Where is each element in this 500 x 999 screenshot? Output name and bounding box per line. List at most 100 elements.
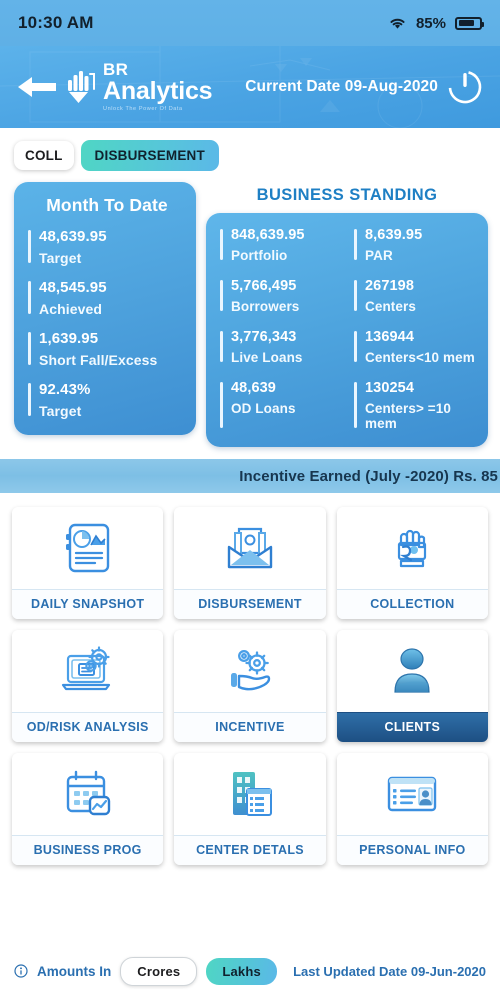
stat-value: 1,639.95 <box>39 330 99 347</box>
logo-line-2: Analytics <box>103 77 213 106</box>
stat-value: 8,639.95 <box>365 227 423 243</box>
stat-value: 92.43% <box>39 381 91 398</box>
stat-centers: 267198 Centers <box>354 278 478 314</box>
tab-coll[interactable]: COLL <box>14 140 74 170</box>
menu-tile-grid: DAILY SNAPSHOT DISBURSEMENT COLLECTION O… <box>0 493 500 865</box>
building-list-icon <box>174 753 325 835</box>
tile-label: DISBURSEMENT <box>174 589 326 619</box>
stat-label: Target <box>39 403 82 419</box>
stat-value: 848,639.95 <box>231 227 305 243</box>
logo-text: BR Analytics Unlock The Power Of Data <box>103 60 213 113</box>
tile-incentive[interactable]: INCENTIVE <box>174 630 326 742</box>
tile-label: OD/RISK ANALYSIS <box>12 712 164 742</box>
stat-borrowers: 5,766,495 Borrowers <box>220 278 344 314</box>
stat-mtd-target-percent: 92.43% Target <box>28 381 186 419</box>
stat-label: Centers> =10 mem <box>365 401 452 431</box>
stat-value: 3,776,343 <box>231 329 297 345</box>
segment-tabs: COLL DISBURSEMENT <box>0 138 500 172</box>
app-header: BR Analytics Unlock The Power Of Data Cu… <box>0 46 500 128</box>
stat-od-loans: 48,639 OD Loans <box>220 380 344 431</box>
stat-value: 48,639 <box>231 380 276 396</box>
business-standing-grid: 848,639.95 Portfolio 8,639.95 PAR 5,766,… <box>220 227 478 431</box>
bottom-bar: Amounts In Crores Lakhs Last Updated Dat… <box>0 943 500 999</box>
logo-tagline: Unlock The Power Of Data <box>103 106 183 113</box>
tile-clients[interactable]: CLIENTS <box>336 630 488 742</box>
id-card-icon <box>337 753 488 835</box>
incentive-earned-label: Incentive Earned (July -2020) Rs. 85 <box>239 467 498 485</box>
tab-disbursement[interactable]: DISBURSEMENT <box>80 139 219 171</box>
business-standing-card: 848,639.95 Portfolio 8,639.95 PAR 5,766,… <box>206 213 488 447</box>
tile-disbursement[interactable]: DISBURSEMENT <box>174 507 326 619</box>
tile-collection[interactable]: COLLECTION <box>336 507 488 619</box>
stat-value: 130254 <box>365 380 414 396</box>
stat-portfolio: 848,639.95 Portfolio <box>220 227 344 263</box>
stat-label: Achieved <box>39 301 103 317</box>
hand-money-icon <box>337 507 488 589</box>
stat-value: 5,766,495 <box>231 278 297 294</box>
stat-label: Target <box>39 250 82 266</box>
unit-toggle-lakhs[interactable]: Lakhs <box>206 957 277 985</box>
stat-value: 267198 <box>365 278 414 294</box>
power-icon[interactable] <box>446 68 484 106</box>
status-bar: 10:30 AM 85% <box>0 0 500 46</box>
tile-label: PERSONAL INFO <box>336 835 488 865</box>
stat-mtd-target: 48,639.95 Target <box>28 228 186 266</box>
current-date-label: Current Date 09-Aug-2020 <box>245 78 438 95</box>
tile-label: INCENTIVE <box>174 712 326 742</box>
br-analytics-logo-icon <box>68 71 95 103</box>
person-icon <box>337 630 488 712</box>
info-icon[interactable] <box>14 964 28 978</box>
tile-od-risk-analysis[interactable]: OD/RISK ANALYSIS <box>12 630 164 742</box>
tile-daily-snapshot[interactable]: DAILY SNAPSHOT <box>12 507 164 619</box>
battery-percent-label: 85% <box>415 14 446 32</box>
calendar-chart-icon <box>12 753 163 835</box>
back-arrow-icon[interactable] <box>16 72 60 102</box>
stat-label: OD Loans <box>231 401 296 416</box>
stat-label: Live Loans <box>231 350 303 365</box>
tile-label: BUSINESS PROG <box>12 835 164 865</box>
amounts-in-label: Amounts In <box>37 963 112 979</box>
unit-toggle-crores[interactable]: Crores <box>120 956 198 986</box>
month-to-date-card: Month To Date 48,639.95 Target 48,545.95… <box>14 182 196 435</box>
stat-mtd-achieved: 48,545.95 Achieved <box>28 279 186 317</box>
stat-label: Centers <box>365 299 416 314</box>
status-indicators: 85% <box>388 14 484 32</box>
envelope-money-icon <box>174 507 325 589</box>
battery-icon <box>455 16 484 30</box>
tile-label: COLLECTION <box>336 589 488 619</box>
stat-label: PAR <box>365 248 393 263</box>
tile-label: DAILY SNAPSHOT <box>12 589 164 619</box>
app-logo: BR Analytics Unlock The Power Of Data <box>66 60 213 113</box>
summary-panel: COLL DISBURSEMENT Month To Date 48,639.9… <box>0 128 500 447</box>
stat-mtd-shortfall: 1,639.95 Short Fall/Excess <box>28 330 186 368</box>
tile-label: CLIENTS <box>336 712 488 742</box>
laptop-gears-icon <box>12 630 163 712</box>
last-updated-label: Last Updated Date 09-Jun-2020 <box>293 963 486 979</box>
stat-value: 48,545.95 <box>39 279 107 296</box>
hand-gears-icon <box>174 630 325 712</box>
stat-centers-under-10: 136944 Centers<10 mem <box>354 329 478 365</box>
stat-value: 48,639.95 <box>39 228 107 245</box>
summary-cards: Month To Date 48,639.95 Target 48,545.95… <box>0 172 500 447</box>
stat-label: Centers<10 mem <box>365 350 475 365</box>
tile-center-details[interactable]: CENTER DETALS <box>174 753 326 865</box>
tile-personal-info[interactable]: PERSONAL INFO <box>336 753 488 865</box>
incentive-earned-band: Incentive Earned (July -2020) Rs. 85 <box>0 459 500 493</box>
app-root: 10:30 AM 85% BR Analytics Unlock The Pow… <box>0 0 500 999</box>
month-to-date-title: Month To Date <box>46 195 168 215</box>
tile-business-prog[interactable]: BUSINESS PROG <box>12 753 164 865</box>
stat-centers-over-10: 130254 Centers> =10 mem <box>354 380 478 431</box>
stat-par: 8,639.95 PAR <box>354 227 478 263</box>
status-time: 10:30 AM <box>18 13 94 32</box>
tile-label: CENTER DETALS <box>174 835 326 865</box>
business-standing-section: BUSINESS STANDING 848,639.95 Portfolio 8… <box>206 182 488 447</box>
stat-label: Portfolio <box>231 248 288 263</box>
stat-live-loans: 3,776,343 Live Loans <box>220 329 344 365</box>
wifi-icon <box>390 18 405 29</box>
stat-label: Borrowers <box>231 299 300 314</box>
stat-value: 136944 <box>365 329 414 345</box>
stat-label: Short Fall/Excess <box>39 352 158 368</box>
business-standing-title: BUSINESS STANDING <box>256 186 438 204</box>
report-document-icon <box>12 507 163 589</box>
logo-line-1: BR <box>103 60 129 80</box>
